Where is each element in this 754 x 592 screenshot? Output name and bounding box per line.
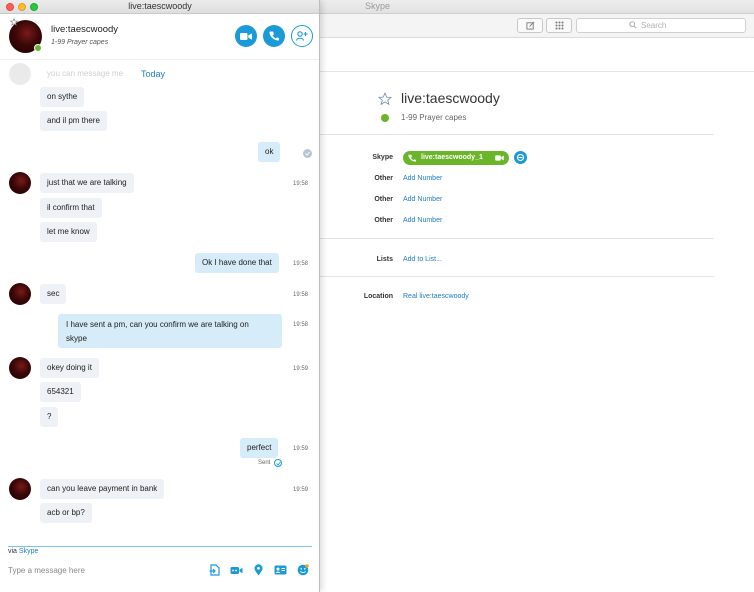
chat-window-title: live:taescwoody (128, 1, 192, 11)
location-field-label: Location (363, 293, 393, 300)
contact-avatar[interactable] (9, 172, 31, 194)
dialpad-button[interactable] (546, 18, 572, 33)
contact-avatar (9, 63, 31, 85)
other-field-label: Other (374, 196, 393, 203)
message-timestamp: 19:58 (293, 261, 309, 267)
skype-id-value: live:taescwoody_1 (421, 154, 483, 161)
divider (320, 238, 714, 239)
faded-message: you can message me (47, 69, 124, 78)
other-field-label: Other (374, 175, 393, 182)
message-line: I have sent a pm, can you confirm we are… (66, 320, 249, 329)
incoming-message[interactable]: il confirm that (40, 198, 102, 218)
emoticon-button[interactable] (296, 564, 309, 576)
favorite-star-icon[interactable] (10, 18, 18, 26)
date-divider: Today (141, 69, 166, 79)
profile-mood: 1-99 Prayer capes (401, 113, 467, 122)
contact-mood: 1-99 Prayer capes (51, 39, 109, 46)
main-window-title: Skype (365, 1, 391, 11)
skype-field-label: Skype (372, 154, 393, 161)
seen-indicator-icon (303, 149, 312, 158)
dialpad-icon (555, 21, 563, 30)
add-number-link[interactable]: Add Number (403, 196, 442, 203)
message-timestamp: 19:59 (293, 446, 309, 452)
compose-icon (525, 21, 534, 30)
incoming-message[interactable]: and il pm there (40, 111, 107, 131)
incoming-message[interactable]: okey doing it (40, 358, 99, 378)
message-input[interactable] (8, 563, 198, 577)
incoming-message[interactable]: on sythe (40, 87, 85, 107)
incoming-message[interactable]: sec (40, 284, 67, 304)
search-placeholder: Search (641, 21, 667, 30)
incoming-message[interactable]: 654321 (40, 382, 81, 402)
skype-id-call-button[interactable]: live:taescwoody_1 (403, 151, 509, 165)
incoming-message[interactable]: let me know (40, 222, 97, 242)
video-message-icon (230, 566, 243, 574)
contact-profile-panel: live:taescwoody 1-99 Prayer capes Skype … (320, 72, 754, 592)
favorite-star-icon[interactable] (378, 92, 392, 106)
video-message-button[interactable] (230, 564, 243, 576)
add-to-list-link[interactable]: Add to List... (403, 256, 442, 263)
message-timestamp: 19:59 (293, 487, 309, 493)
composer-divider (8, 546, 312, 547)
incoming-message[interactable]: acb or bp? (40, 503, 92, 523)
compose-button[interactable] (517, 18, 543, 33)
phone-icon (408, 154, 416, 162)
via-label: via Skype (8, 548, 38, 555)
message-line: skype (66, 334, 87, 343)
conversation-header: live:taescwoody 1-99 Prayer capes (0, 14, 319, 60)
message-timestamp: 19:59 (293, 366, 309, 372)
sent-status: Sent (258, 460, 271, 466)
outgoing-message[interactable]: ok (258, 142, 281, 162)
message-composer: via Skype (0, 546, 319, 592)
lists-field-label: Lists (376, 256, 393, 263)
profile-name: live:taescwoody (401, 90, 500, 106)
smiley-icon (297, 564, 309, 576)
incoming-message[interactable]: can you leave payment in bank (40, 479, 165, 499)
sent-check-icon (274, 459, 282, 467)
add-number-link[interactable]: Add Number (403, 175, 442, 182)
outgoing-message[interactable]: Ok I have done that (195, 253, 279, 273)
divider (320, 134, 714, 135)
incoming-message[interactable]: just that we are talking (40, 173, 134, 193)
chat-window: live:taescwoody live:taescwoody 1-99 Pra… (0, 0, 320, 592)
message-timestamp: 19:58 (293, 181, 309, 187)
add-participants-button[interactable] (291, 25, 313, 47)
via-prefix: via (8, 548, 17, 555)
video-icon (495, 155, 504, 161)
share-location-button[interactable] (252, 564, 265, 576)
online-status-icon (381, 114, 389, 122)
contact-card-icon (274, 565, 287, 575)
other-field-label: Other (374, 217, 393, 224)
audio-call-button[interactable] (263, 25, 285, 47)
phone-icon (269, 31, 279, 41)
via-skype-link[interactable]: Skype (19, 548, 38, 555)
outgoing-message[interactable]: I have sent a pm, can you confirm we are… (58, 314, 282, 348)
message-list: you can message me Today on sythe and il… (0, 60, 319, 546)
location-pin-icon (254, 564, 263, 576)
contact-avatar[interactable] (9, 357, 31, 379)
outgoing-message[interactable]: perfect (240, 438, 279, 458)
chat-bubble-icon[interactable] (514, 151, 527, 164)
online-status-icon (34, 44, 42, 52)
file-transfer-icon (209, 564, 220, 576)
contact-avatar[interactable] (9, 478, 31, 500)
video-call-icon (240, 32, 252, 40)
message-timestamp: 19:58 (293, 292, 309, 298)
divider (320, 276, 714, 277)
add-number-link[interactable]: Add Number (403, 217, 442, 224)
location-value[interactable]: Real live:taescwoody (403, 293, 469, 300)
send-file-button[interactable] (208, 564, 221, 576)
send-contacts-button[interactable] (274, 564, 287, 576)
chat-titlebar: live:taescwoody (0, 0, 319, 14)
contact-avatar[interactable] (9, 283, 31, 305)
video-call-button[interactable] (235, 25, 257, 47)
search-icon (629, 21, 637, 29)
contact-name[interactable]: live:taescwoody (51, 24, 118, 35)
message-timestamp: 19:58 (293, 322, 309, 328)
add-contact-icon (296, 31, 308, 41)
search-input[interactable]: Search (576, 18, 746, 33)
incoming-message[interactable]: ? (40, 407, 59, 427)
